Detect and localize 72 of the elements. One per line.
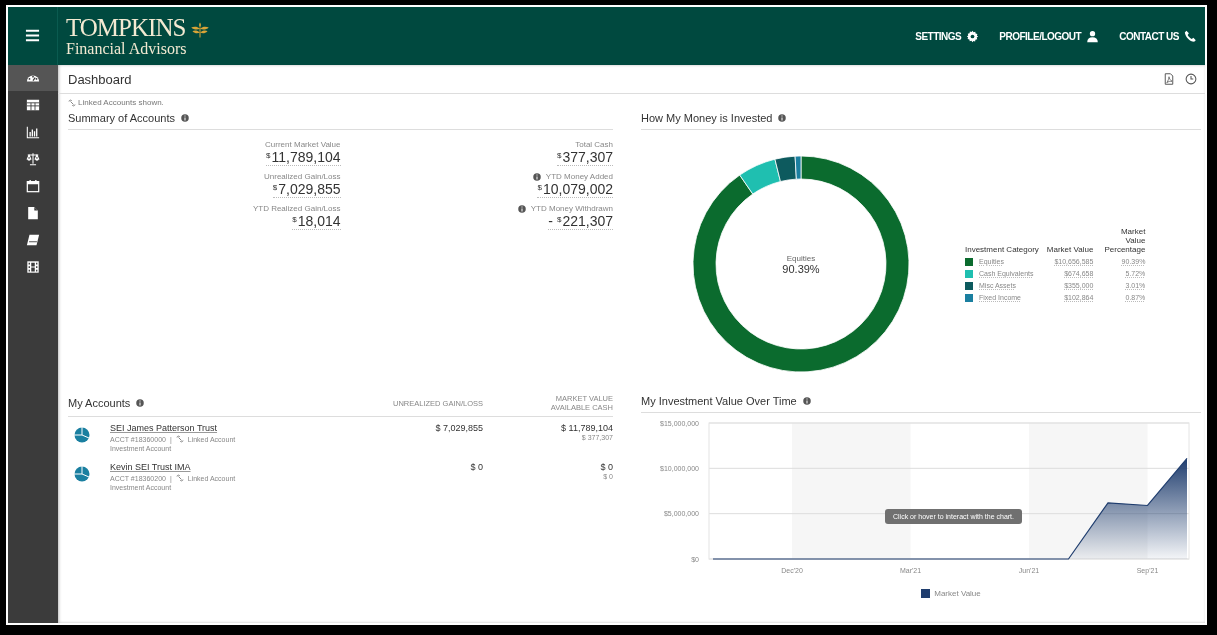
stat-value: 10,079,002: [542, 181, 613, 197]
donut-slice[interactable]: [794, 155, 802, 180]
stat-label: Total Cash: [575, 140, 613, 149]
unrealized-value: $ 7,029,855: [435, 423, 483, 433]
linked-note: Linked Accounts shown.: [78, 98, 164, 107]
sidebar-item[interactable]: [8, 65, 58, 91]
donut-slice[interactable]: [774, 155, 797, 182]
stat-label: YTD Money Withdrawn: [530, 204, 613, 213]
phone-icon: [1184, 29, 1197, 43]
section-title: How My Money is Invested: [641, 112, 773, 124]
nav-link[interactable]: SETTINGS: [915, 29, 980, 43]
info-icon: [181, 114, 189, 122]
nav-link[interactable]: PROFILE/LOGOUT: [999, 29, 1100, 43]
stat-value: 7,029,855: [278, 181, 341, 197]
currency-sign: $: [292, 215, 297, 224]
donut-slice[interactable]: [739, 158, 781, 195]
logo-title: TOMPKINS: [66, 15, 186, 40]
stat-value: 11,789,104: [271, 149, 341, 165]
legend-swatch: [921, 589, 931, 598]
column-header: Market Value Percentage: [1103, 225, 1147, 256]
pie-chart-icon: [74, 466, 90, 482]
account-name-link[interactable]: SEI James Patterson Trust: [110, 423, 218, 433]
calendar-icon: [26, 179, 40, 193]
document-icon: [26, 206, 40, 220]
donut-slice[interactable]: [692, 155, 910, 373]
pdf-icon[interactable]: [1163, 73, 1175, 85]
table-icon: [26, 98, 40, 112]
film-icon: [26, 260, 40, 274]
section-title: Summary of Accounts: [68, 112, 175, 124]
nav-link[interactable]: CONTACT US: [1119, 29, 1197, 43]
stat-label: Unrealized Gain/Loss: [264, 172, 341, 181]
info-icon: [778, 114, 787, 122]
center-label: Equities: [786, 253, 816, 263]
info-icon: [532, 172, 541, 181]
note-icon: [26, 233, 40, 247]
account-name-link[interactable]: Kevin SEI Trust IMA: [110, 462, 191, 472]
section-title: My Investment Value Over Time: [641, 395, 797, 407]
section-title: My Accounts: [68, 397, 131, 409]
settings-icon: [966, 29, 980, 43]
market-value: $ 11,789,104: [561, 423, 613, 433]
stat-value: 221,307: [562, 213, 613, 229]
stat-label: Current Market Value: [265, 140, 341, 149]
stat-label: YTD Money Added: [545, 172, 613, 181]
center-value: 90.39%: [782, 262, 820, 275]
bar-chart-icon: [26, 125, 40, 139]
stat-value: 377,307: [562, 149, 613, 165]
currency-sign: $: [266, 151, 271, 160]
pie-chart-icon: [74, 427, 90, 443]
link-icon: [175, 474, 184, 482]
link-icon: [68, 98, 76, 107]
column-header: Market Value: [1045, 243, 1095, 256]
info-icon: [136, 399, 145, 407]
currency-sign: $: [537, 183, 542, 192]
logo-subtitle: Financial Advisors: [66, 41, 188, 57]
menu-icon: [25, 28, 40, 43]
sign: -: [548, 213, 553, 229]
unrealized-value: $ 0: [470, 462, 483, 472]
link-icon: [175, 435, 184, 443]
stat-value: 18,014: [297, 213, 341, 229]
stat-label: YTD Realized Gain/Loss: [252, 204, 341, 213]
scales-icon: [26, 152, 40, 166]
currency-sign: $: [556, 215, 562, 224]
info-icon: [802, 397, 811, 405]
info-icon: [517, 204, 526, 213]
market-value: $ 0: [600, 462, 613, 472]
legend-label: Market Value: [934, 589, 981, 598]
user-icon: [1086, 29, 1100, 43]
column-header: Investment Category: [964, 243, 1040, 256]
currency-sign: $: [556, 151, 562, 160]
currency-sign: $: [272, 183, 278, 192]
clock-icon[interactable]: [1185, 73, 1197, 85]
page-title: Dashboard: [68, 71, 132, 87]
